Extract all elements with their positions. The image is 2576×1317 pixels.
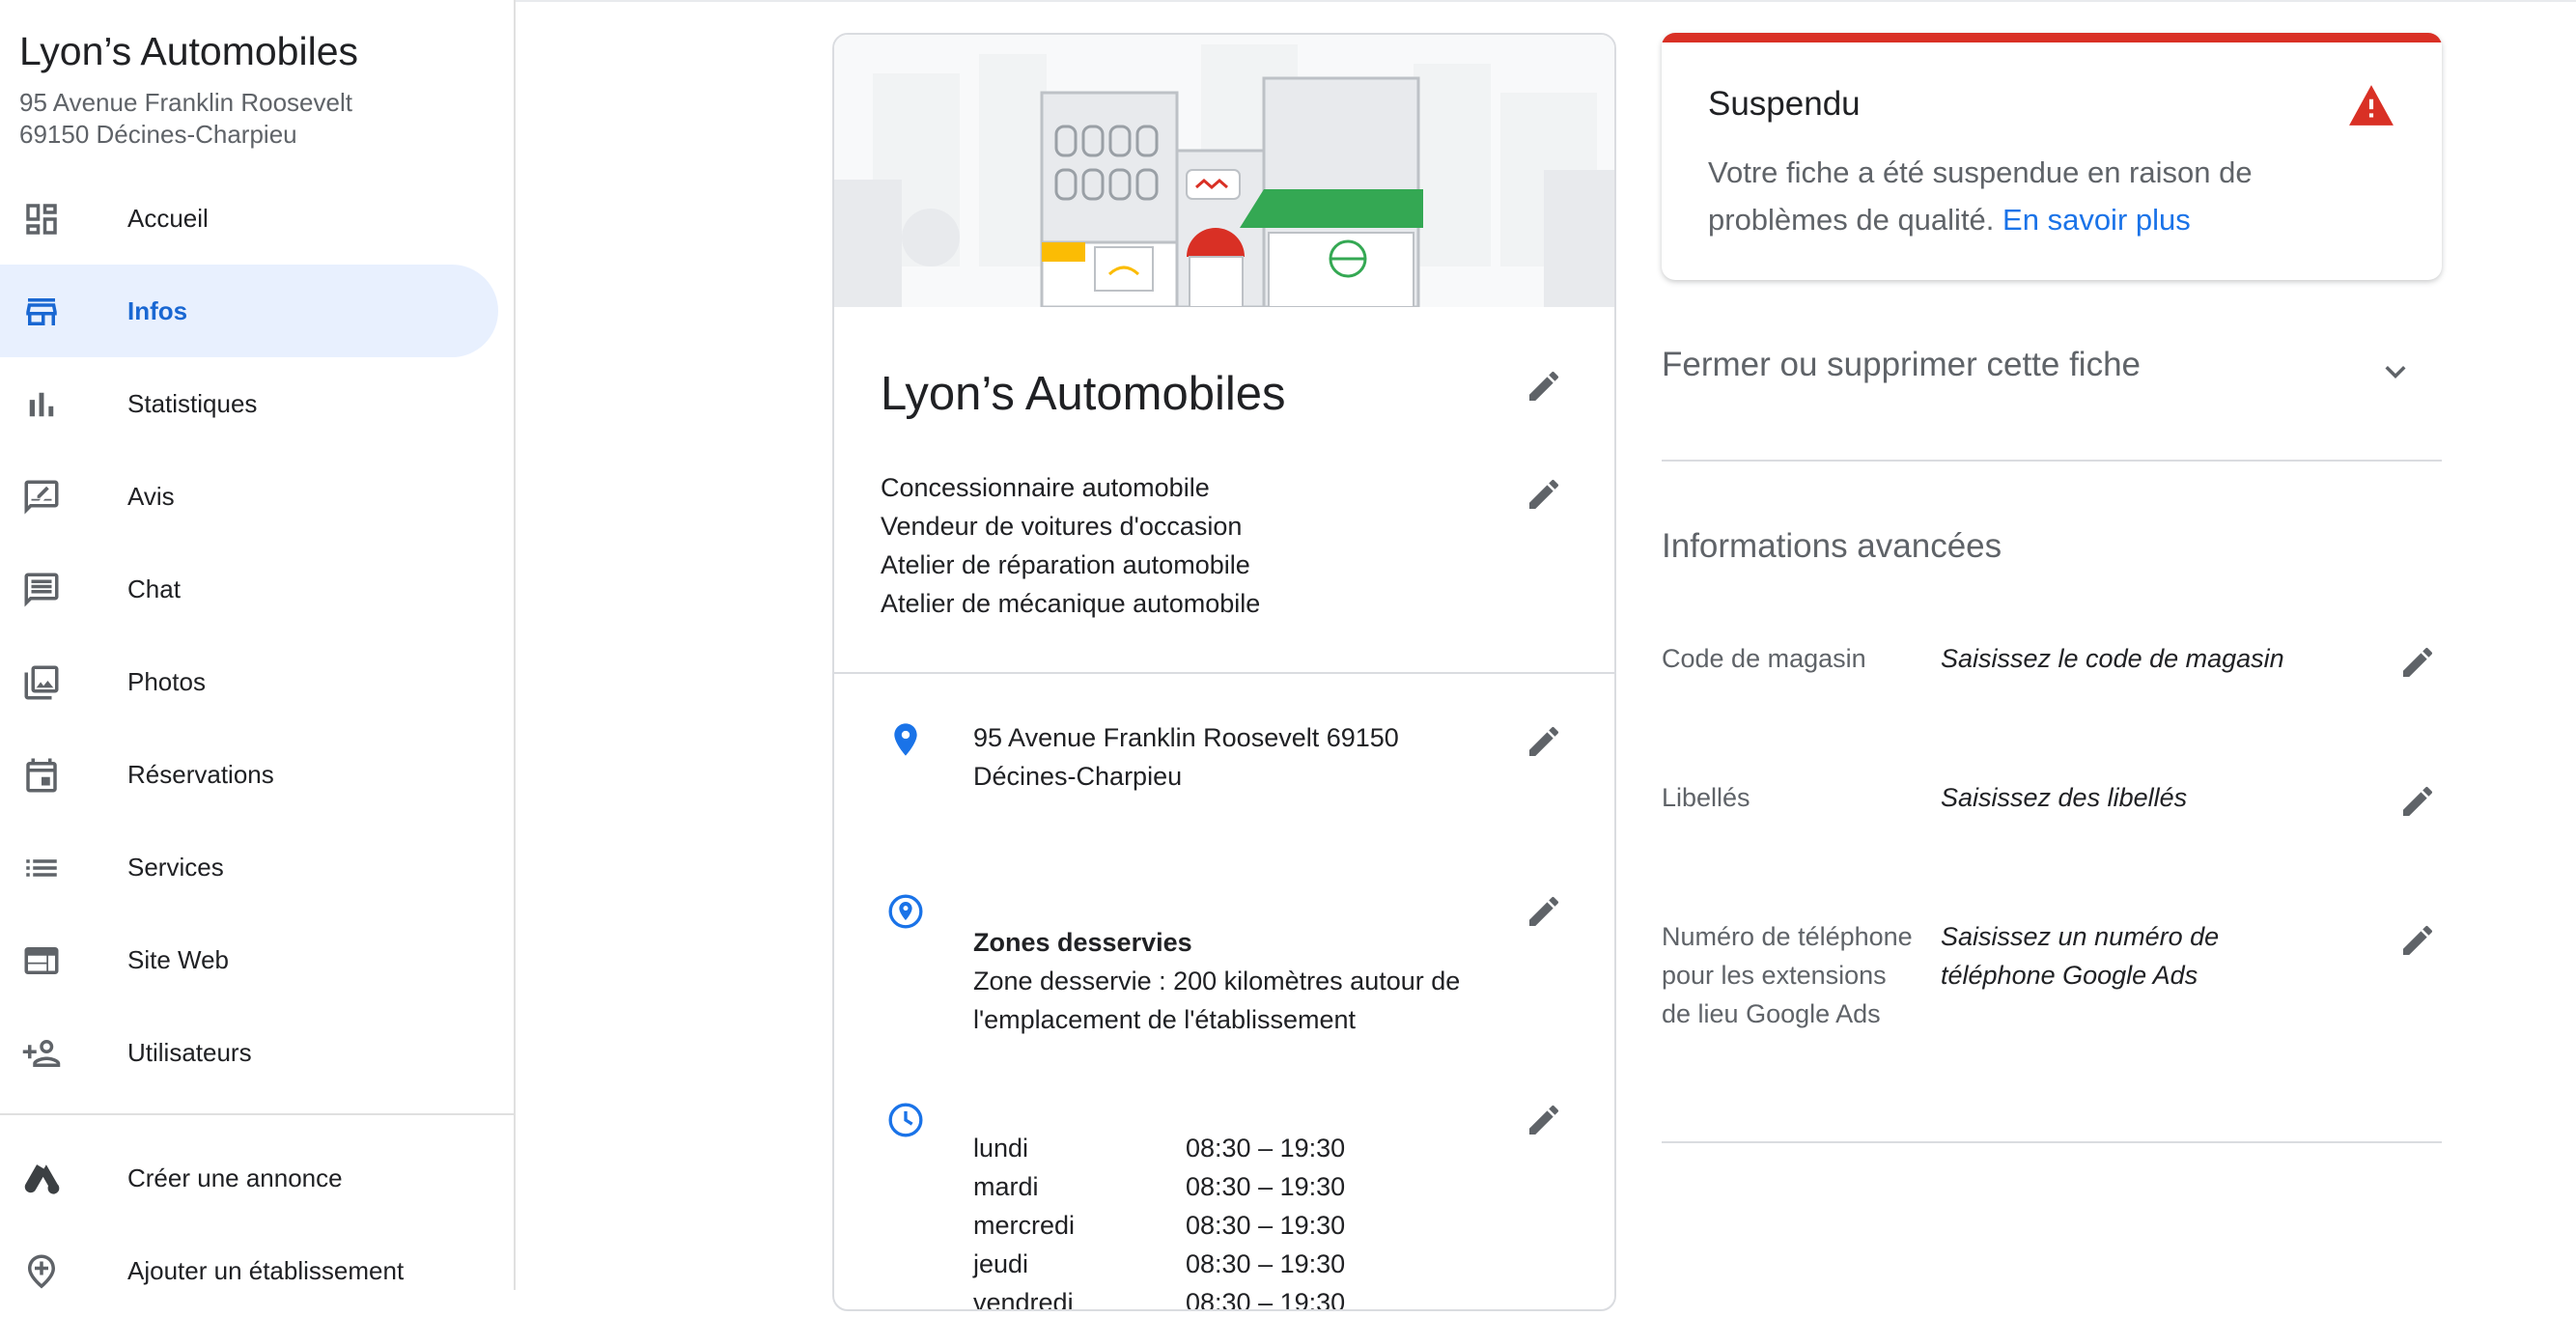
clock-icon: [888, 1103, 923, 1137]
edit-categories-icon[interactable]: [1525, 475, 1563, 514]
sidebar-item-label: Site Web: [127, 945, 230, 974]
business-title: Lyon’s Automobiles: [881, 368, 1286, 420]
sidebar-item-creer-annonce[interactable]: Créer une annonce: [0, 1132, 498, 1224]
hours-day: mercredi: [973, 1211, 1076, 1240]
section-divider: [1662, 460, 2442, 462]
google-ads-icon: [24, 1164, 60, 1194]
advanced-info-title: Informations avancées: [1662, 527, 2002, 565]
sidebar-item-label: Réservations: [127, 760, 274, 789]
close-or-delete-section[interactable]: Fermer ou supprimer cette fiche: [1662, 346, 2141, 384]
sidebar-divider: [0, 1113, 514, 1115]
category-item: Concessionnaire automobile: [881, 473, 1210, 502]
sidebar-item-chat[interactable]: Chat: [0, 543, 498, 635]
card-divider: [834, 672, 1614, 674]
sidebar-item-label: Infos: [127, 296, 188, 325]
info-card: Lyon’s Automobiles Concessionnaire autom…: [832, 33, 1616, 1311]
sidebar-item-label: Avis: [127, 482, 175, 511]
website-icon: [24, 947, 59, 974]
category-item: Atelier de mécanique automobile: [881, 589, 1261, 618]
sidebar-item-label: Accueil: [127, 204, 209, 233]
chevron-down-icon[interactable]: [2375, 351, 2416, 392]
learn-more-link[interactable]: En savoir plus: [2002, 203, 2191, 237]
photos-icon: [24, 665, 59, 700]
alert-title: Suspendu: [1708, 85, 1861, 123]
bar-chart-icon: [29, 392, 54, 417]
edit-ads-phone-icon[interactable]: [2398, 921, 2437, 960]
location-pin-icon: [894, 723, 917, 756]
category-item: Vendeur de voitures d'occasion: [881, 512, 1243, 541]
address-line-1: 95 Avenue Franklin Roosevelt 69150: [973, 723, 1399, 752]
labels-label: Libellés: [1662, 783, 1750, 812]
sidebar-item-label: Utilisateurs: [127, 1038, 252, 1067]
add-location-icon: [28, 1254, 55, 1289]
hours-time: 08:30 – 19:30: [1186, 1172, 1346, 1201]
alert-message: Votre fiche a été suspendue en raison de…: [1708, 149, 2384, 243]
dashboard-icon: [26, 204, 57, 235]
storefront-icon: [26, 298, 57, 325]
service-area-line-2: l'emplacement de l'établissement: [973, 1005, 1357, 1034]
calendar-icon: [26, 758, 57, 793]
store-code-value: Saisissez le code de magasin: [1941, 644, 2284, 673]
alert-bar: [1662, 33, 2442, 42]
hours-time: 08:30 – 19:30: [1186, 1134, 1346, 1163]
sidebar-item-label: Ajouter un établissement: [127, 1256, 405, 1285]
sidebar-item-label: Services: [127, 853, 224, 882]
section-divider: [1662, 1141, 2442, 1143]
sidebar-item-label: Photos: [127, 667, 206, 696]
sidebar-item-services[interactable]: Services: [0, 821, 498, 913]
storefront-illustration: [834, 35, 1614, 307]
hours-time: 08:30 – 19:30: [1186, 1288, 1346, 1311]
sidebar-item-avis[interactable]: Avis: [0, 450, 498, 543]
hours-day: mardi: [973, 1172, 1039, 1201]
service-area-line-1: Zone desservie : 200 kilomètres autour d…: [973, 967, 1461, 995]
address-line-1: 95 Avenue Franklin Roosevelt: [19, 88, 352, 117]
sidebar-item-label: Statistiques: [127, 389, 258, 418]
sidebar-item-reservations[interactable]: Réservations: [0, 728, 498, 821]
address-line-2: Décines-Charpieu: [973, 762, 1183, 791]
category-item: Atelier de réparation automobile: [881, 550, 1250, 579]
hours-day: lundi: [973, 1134, 1029, 1163]
hours-time: 08:30 – 19:30: [1186, 1249, 1346, 1278]
sidebar-item-site-web[interactable]: Site Web: [0, 913, 498, 1006]
warning-icon: [2349, 85, 2394, 126]
labels-value: Saisissez des libellés: [1941, 783, 2188, 812]
review-icon: [24, 480, 59, 515]
address-line-2: 69150 Décines-Charpieu: [19, 120, 297, 149]
sidebar-item-accueil[interactable]: Accueil: [0, 172, 498, 265]
sidebar-item-label: Chat: [127, 574, 181, 603]
edit-hours-icon[interactable]: [1525, 1101, 1563, 1139]
hours-time: 08:30 – 19:30: [1186, 1211, 1346, 1240]
service-area-title: Zones desservies: [973, 928, 1192, 957]
ads-phone-label: Numéro de téléphone pour les extensions …: [1662, 922, 1913, 1028]
sidebar-item-statistiques[interactable]: Statistiques: [0, 357, 498, 450]
sidebar-item-utilisateurs[interactable]: Utilisateurs: [0, 1006, 498, 1099]
hours-day: vendredi: [973, 1288, 1074, 1311]
store-code-label: Code de magasin: [1662, 644, 1866, 673]
sidebar-item-ajouter-etablissement[interactable]: Ajouter un établissement: [0, 1224, 498, 1317]
sidebar-item-label: Créer une annonce: [127, 1163, 343, 1192]
edit-labels-icon[interactable]: [2398, 782, 2437, 821]
business-address: 95 Avenue Franklin Roosevelt 69150 Décin…: [19, 87, 352, 151]
edit-address-icon[interactable]: [1525, 722, 1563, 761]
add-user-icon: [22, 1040, 61, 1067]
sidebar-item-photos[interactable]: Photos: [0, 635, 498, 728]
edit-service-area-icon[interactable]: [1525, 892, 1563, 931]
sidebar-item-infos[interactable]: Infos: [0, 265, 498, 357]
edit-store-code-icon[interactable]: [2398, 643, 2437, 682]
hours-day: jeudi: [973, 1249, 1029, 1278]
edit-name-icon[interactable]: [1525, 367, 1563, 406]
list-icon: [26, 859, 57, 877]
suspended-alert: Suspendu Votre fiche a été suspendue en …: [1662, 33, 2442, 280]
chat-icon: [24, 573, 59, 607]
service-area-icon: [888, 894, 923, 929]
sidebar: Lyon’s Automobiles 95 Avenue Franklin Ro…: [0, 0, 516, 1290]
ads-phone-value: Saisissez un numéro de téléphone Google …: [1941, 922, 2220, 990]
business-name: Lyon’s Automobiles: [19, 29, 359, 73]
